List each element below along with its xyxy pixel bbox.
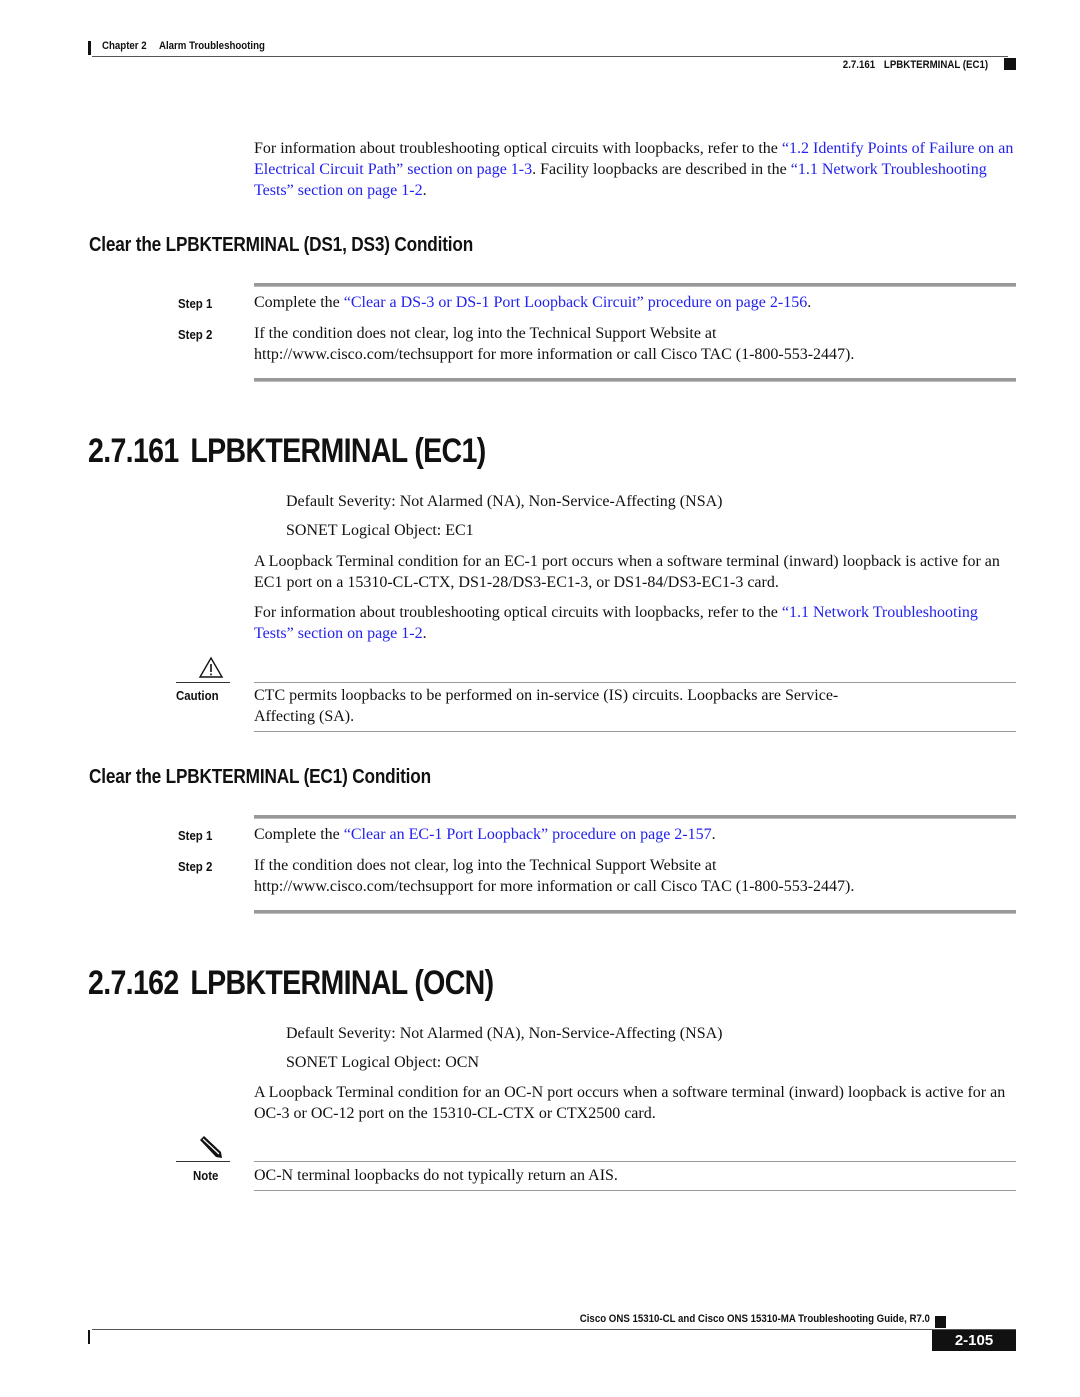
step-text: If the condition does not clear, log int… [254, 325, 855, 363]
note-text: OC-N terminal loopbacks do not typically… [254, 1167, 618, 1184]
sonet-logical-object: SONET Logical Object: OCN [286, 1054, 480, 1071]
note-icon-rule [176, 1161, 230, 1162]
step-label: Step 2 [178, 859, 213, 874]
section-title: LPBKTERMINAL (EC1) [190, 432, 486, 470]
link-clear-ds3-ds1-loopback[interactable]: “Clear a DS-3 or DS-1 Port Loopback Circ… [344, 294, 807, 311]
section-heading-ocn: 2.7.162 LPBKTERMINAL (OCN) [88, 964, 494, 1003]
heading-clear-ec1: Clear the LPBKTERMINAL (EC1) Condition [89, 766, 431, 788]
caution-text: CTC permits loopbacks to be performed on… [254, 687, 839, 725]
step-label: Step 1 [178, 828, 213, 843]
procedure-top-rule [254, 815, 1016, 819]
note-bottom-rule [254, 1190, 1016, 1191]
footer-rule [92, 1329, 1016, 1330]
step-text: Complete the “Clear a DS-3 or DS-1 Port … [254, 294, 812, 311]
caution-label: Caution [176, 688, 219, 703]
footer-margin-bar [88, 1330, 90, 1344]
header-margin-bar [88, 41, 91, 55]
procedure-bottom-rule [254, 378, 1016, 382]
sonet-logical-object: SONET Logical Object: EC1 [286, 522, 474, 539]
description-paragraph: A Loopback Terminal condition for an OC-… [254, 1084, 1006, 1122]
chapter-title: Alarm Troubleshooting [158, 40, 265, 52]
section-heading-ec1: 2.7.161 LPBKTERMINAL (EC1) [88, 432, 486, 471]
default-severity: Default Severity: Not Alarmed (NA), Non-… [286, 493, 723, 510]
header-marker-box [1004, 58, 1016, 70]
header-section-number: 2.7.161 [842, 59, 876, 71]
section-number: 2.7.161 [88, 432, 179, 470]
section-title: LPBKTERMINAL (OCN) [190, 964, 494, 1002]
intro-paragraph: For information about troubleshooting op… [254, 140, 1014, 199]
link-clear-ec1-loopback[interactable]: “Clear an EC-1 Port Loopback” procedure … [344, 826, 712, 843]
section-number: 2.7.162 [88, 964, 179, 1002]
header-rule [92, 56, 1008, 57]
default-severity: Default Severity: Not Alarmed (NA), Non-… [286, 1025, 723, 1042]
page-number: 2-105 [932, 1330, 1016, 1351]
step-label: Step 2 [178, 327, 213, 342]
step-label: Step 1 [178, 296, 213, 311]
chapter-number: Chapter 2 [102, 40, 147, 52]
procedure-bottom-rule [254, 910, 1016, 914]
step-text: If the condition does not clear, log int… [254, 857, 855, 895]
running-header-section: 2.7.161 LPBKTERMINAL (EC1) [843, 59, 988, 71]
procedure-top-rule [254, 283, 1016, 287]
footer-marker-box [935, 1316, 946, 1328]
note-top-rule [254, 1161, 1016, 1162]
caution-icon-rule [176, 682, 230, 683]
heading-clear-ds1-ds3: Clear the LPBKTERMINAL (DS1, DS3) Condit… [89, 234, 474, 256]
running-header-chapter: Chapter 2 Alarm Troubleshooting [102, 40, 265, 52]
footer-guide-title: Cisco ONS 15310-CL and Cisco ONS 15310-M… [579, 1313, 930, 1325]
warning-triangle-icon [196, 656, 226, 682]
header-section-title: LPBKTERMINAL (EC1) [883, 59, 988, 71]
info-paragraph: For information about troubleshooting op… [254, 604, 978, 642]
step-text: Complete the “Clear an EC-1 Port Loopbac… [254, 826, 716, 843]
caution-bottom-rule [254, 731, 1016, 732]
caution-top-rule [254, 682, 1016, 683]
pencil-note-icon [196, 1136, 226, 1160]
description-paragraph: A Loopback Terminal condition for an EC-… [254, 553, 1000, 591]
note-label: Note [193, 1168, 219, 1183]
